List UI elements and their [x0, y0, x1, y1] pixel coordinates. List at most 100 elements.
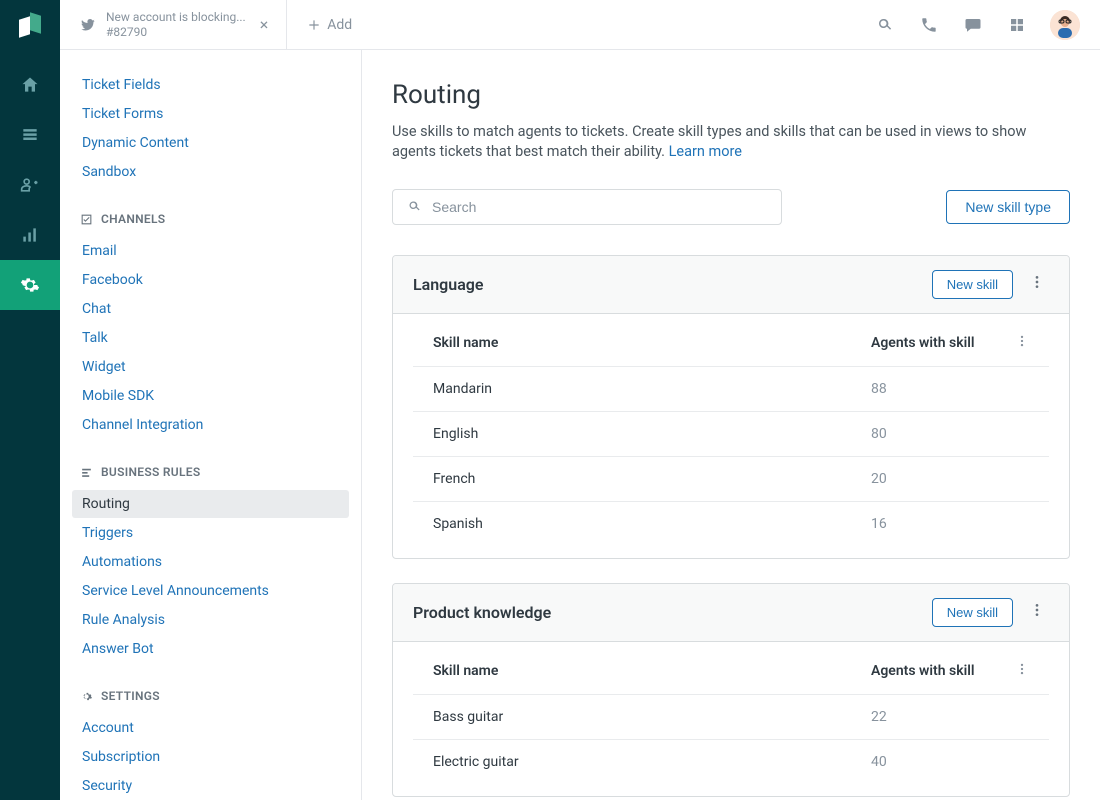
add-tab-button[interactable]: Add	[287, 17, 352, 33]
sidebar-item-email[interactable]: Email	[72, 237, 349, 265]
sidebar-section-rules: BUSINESS RULES RoutingTriggersAutomation…	[72, 463, 349, 663]
skill-name: French	[433, 471, 871, 487]
sidebar-item-triggers[interactable]: Triggers	[72, 519, 349, 547]
rail-admin[interactable]	[0, 260, 60, 310]
search-icon	[876, 16, 894, 34]
sidebar-item-subscription[interactable]: Subscription	[72, 743, 349, 771]
sidebar-item-talk[interactable]: Talk	[72, 324, 349, 352]
phone-icon	[920, 16, 938, 34]
new-skill-button[interactable]: New skill	[932, 598, 1013, 627]
sidebar-item-service-level-announcements[interactable]: Service Level Announcements	[72, 577, 349, 605]
gear-small-icon	[80, 690, 93, 703]
user-group-icon	[20, 175, 40, 195]
kebab-menu[interactable]	[1025, 270, 1049, 298]
sidebar-section-manage: Ticket FieldsTicket FormsDynamic Content…	[72, 71, 349, 186]
settings-sidebar: Ticket FieldsTicket FormsDynamic Content…	[60, 50, 362, 800]
skill-type-card: Product knowledge New skill Skill nameAgen…	[392, 583, 1070, 797]
learn-more-link[interactable]: Learn more	[669, 143, 742, 160]
kebab-menu[interactable]	[1025, 598, 1049, 626]
sidebar-item-automations[interactable]: Automations	[72, 548, 349, 576]
rules-header: BUSINESS RULES	[101, 465, 200, 479]
search-button[interactable]	[874, 14, 896, 36]
new-skill-button[interactable]: New skill	[932, 270, 1013, 299]
search-input-wrap[interactable]	[392, 189, 782, 225]
page-title: Routing	[392, 80, 1070, 110]
open-tab[interactable]: New account is blocking... #82790 ×	[74, 0, 287, 49]
kebab-menu[interactable]	[1001, 334, 1029, 352]
agent-count: 16	[871, 516, 1001, 532]
sidebar-item-ticket-forms[interactable]: Ticket Forms	[72, 100, 349, 128]
main-content: Routing Use skills to match agents to ti…	[362, 50, 1100, 800]
sidebar-item-routing[interactable]: Routing	[72, 490, 349, 518]
avatar[interactable]	[1050, 10, 1080, 40]
nav-rail	[0, 0, 60, 800]
agent-count: 88	[871, 381, 1001, 397]
close-icon[interactable]: ×	[260, 17, 269, 33]
col-agents: Agents with skill	[871, 663, 1001, 679]
checkbox-icon	[80, 213, 93, 226]
plus-icon	[307, 18, 321, 32]
search-input[interactable]	[432, 199, 767, 215]
table-row[interactable]: Spanish16	[413, 502, 1049, 546]
home-icon	[20, 75, 40, 95]
rail-users[interactable]	[0, 160, 60, 210]
rail-reports[interactable]	[0, 210, 60, 260]
bar-chart-icon	[20, 225, 40, 245]
search-icon	[407, 199, 422, 214]
sidebar-item-dynamic-content[interactable]: Dynamic Content	[72, 129, 349, 157]
agent-count: 40	[871, 754, 1001, 770]
sidebar-item-channel-integration[interactable]: Channel Integration	[72, 411, 349, 439]
chat-icon	[964, 16, 982, 34]
rail-views[interactable]	[0, 110, 60, 160]
agent-count: 20	[871, 471, 1001, 487]
sidebar-item-security[interactable]: Security	[72, 772, 349, 800]
col-skill-name: Skill name	[433, 663, 871, 679]
table-row[interactable]: English80	[413, 412, 1049, 457]
topbar: New account is blocking... #82790 × Add	[60, 0, 1100, 50]
rail-home[interactable]	[0, 60, 60, 110]
new-skill-type-button[interactable]: New skill type	[946, 190, 1070, 224]
skill-type-title: Product knowledge	[413, 603, 551, 622]
chat-button[interactable]	[962, 14, 984, 36]
sidebar-item-ticket-fields[interactable]: Ticket Fields	[72, 71, 349, 99]
table-row[interactable]: Mandarin88	[413, 367, 1049, 412]
logo-icon	[17, 14, 43, 40]
skill-name: English	[433, 426, 871, 442]
gear-icon	[20, 275, 40, 295]
skill-name: Bass guitar	[433, 709, 871, 725]
sidebar-section-channels: CHANNELS EmailFacebookChatTalkWidgetMobi…	[72, 210, 349, 439]
list-icon	[20, 125, 40, 145]
sidebar-item-chat[interactable]: Chat	[72, 295, 349, 323]
call-button[interactable]	[918, 14, 940, 36]
table-row[interactable]: Bass guitar22	[413, 695, 1049, 740]
sidebar-section-settings: SETTINGS AccountSubscriptionSecurity	[72, 687, 349, 800]
avatar-icon	[1050, 10, 1080, 40]
table-row[interactable]: Electric guitar40	[413, 740, 1049, 784]
skill-name: Spanish	[433, 516, 871, 532]
sidebar-item-sandbox[interactable]: Sandbox	[72, 158, 349, 186]
col-agents: Agents with skill	[871, 335, 1001, 351]
add-tab-label: Add	[327, 17, 352, 33]
tab-subtitle: #82790	[106, 25, 246, 39]
twitter-icon	[80, 17, 96, 33]
kebab-menu[interactable]	[1001, 662, 1029, 680]
agent-count: 80	[871, 426, 1001, 442]
sidebar-item-mobile-sdk[interactable]: Mobile SDK	[72, 382, 349, 410]
sidebar-item-widget[interactable]: Widget	[72, 353, 349, 381]
apps-button[interactable]	[1006, 14, 1028, 36]
table-row[interactable]: French20	[413, 457, 1049, 502]
skill-name: Mandarin	[433, 381, 871, 397]
sidebar-item-facebook[interactable]: Facebook	[72, 266, 349, 294]
apps-icon	[1008, 16, 1026, 34]
agent-count: 22	[871, 709, 1001, 725]
page-description: Use skills to match agents to tickets. C…	[392, 122, 1032, 163]
skill-type-card: LanguageNew skillSkill nameAgents with s…	[392, 255, 1070, 559]
rules-icon	[80, 466, 93, 479]
skill-name: Electric guitar	[433, 754, 871, 770]
sidebar-item-rule-analysis[interactable]: Rule Analysis	[72, 606, 349, 634]
sidebar-item-account[interactable]: Account	[72, 714, 349, 742]
tab-title: New account is blocking...	[106, 10, 246, 24]
settings-header: SETTINGS	[101, 689, 160, 703]
channels-header: CHANNELS	[101, 212, 165, 226]
sidebar-item-answer-bot[interactable]: Answer Bot	[72, 635, 349, 663]
